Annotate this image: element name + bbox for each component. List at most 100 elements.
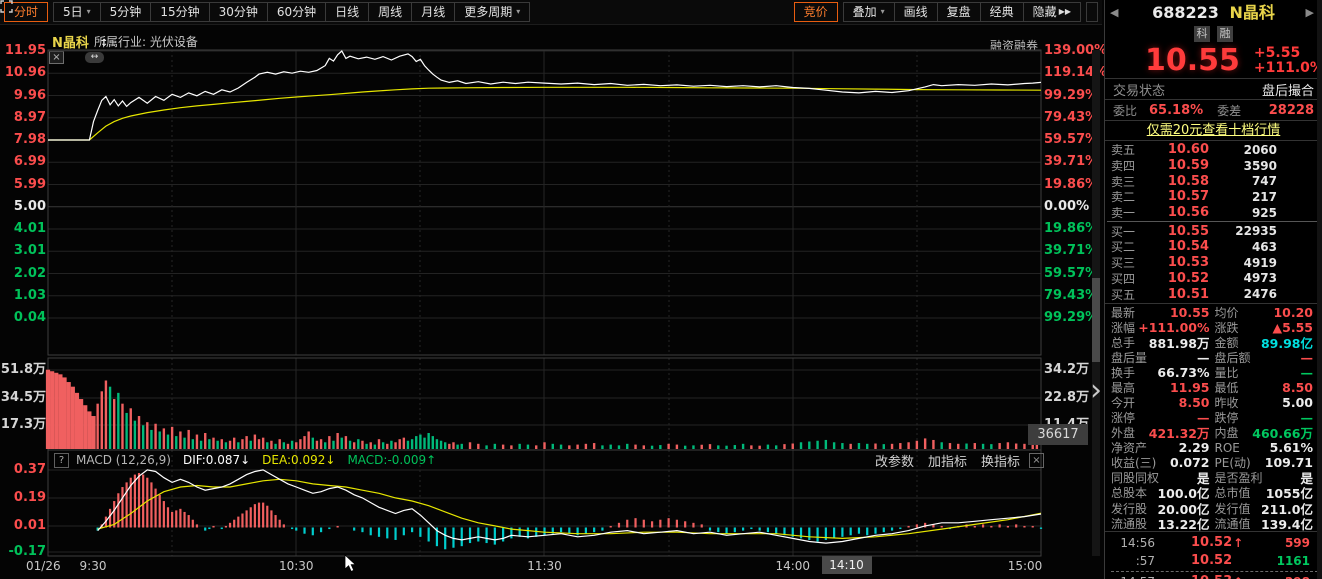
time-axis-label: 14:00 bbox=[775, 559, 811, 573]
tick-time: 14:56 bbox=[1120, 535, 1155, 550]
order-volume: 3590 bbox=[1243, 158, 1277, 173]
stat-cell: ROE 5.61% bbox=[1215, 440, 1319, 455]
macd-axis-label: -0.17 bbox=[8, 544, 46, 559]
add-indicator-button[interactable]: 加指标 bbox=[928, 451, 967, 470]
stock-title-bar: ◀ 688223 N晶科 ▶ bbox=[1105, 0, 1322, 26]
order-book-row-ask2[interactable]: 卖四 10.59 3590 bbox=[1105, 158, 1322, 174]
weicha-label: 委差 bbox=[1217, 103, 1242, 118]
level2-upsell-link[interactable]: 仅需20元查看十档行情 bbox=[1105, 121, 1322, 140]
next-stock-arrow[interactable]: ▶ bbox=[1306, 0, 1314, 26]
time-axis-label: 9:30 bbox=[79, 559, 107, 573]
price-axis-label: 11.95 bbox=[4, 43, 46, 58]
quote-panel: ◀ 688223 N晶科 ▶ 科 融 10.55 +5.55 +111.0% +… bbox=[1104, 0, 1322, 579]
price-axis-label: 7.98 bbox=[13, 132, 46, 147]
switch-indicator-button[interactable]: 换指标 bbox=[981, 451, 1020, 470]
last-price: 10.55 bbox=[1145, 43, 1240, 78]
stat-value: — bbox=[1300, 350, 1314, 366]
stat-row-1: 最新 10.55 均价 10.20 bbox=[1111, 305, 1318, 320]
tick-price: 10.52 bbox=[1191, 535, 1233, 551]
order-book-row-bid2[interactable]: 买二 10.54 463 bbox=[1105, 239, 1322, 255]
order-price: 10.54 bbox=[1167, 239, 1209, 255]
order-volume: 925 bbox=[1251, 205, 1277, 220]
order-level-label: 卖二 bbox=[1111, 190, 1136, 205]
stat-label: 内盘 bbox=[1214, 426, 1239, 441]
price-axis-label: 9.96 bbox=[13, 87, 46, 103]
order-book-row-bid3[interactable]: 买三 10.53 4919 bbox=[1105, 255, 1322, 271]
tick-time: :57 bbox=[1135, 553, 1155, 568]
order-price: 10.60 bbox=[1167, 142, 1209, 158]
price-axis-label: 2.02 bbox=[13, 265, 46, 281]
tick-row-3[interactable]: 14:57 10.53↑ 298 bbox=[1111, 573, 1318, 579]
macd-axis-label: 0.37 bbox=[13, 462, 46, 477]
collapse-panel-handle[interactable]: › bbox=[1089, 366, 1103, 418]
order-level-label: 卖三 bbox=[1111, 174, 1136, 189]
percent-axis-label: 19.86% bbox=[1044, 176, 1099, 192]
stat-row-15: 流通股 13.22亿 流通值 139.4亿 bbox=[1111, 514, 1319, 533]
change-params-button[interactable]: 改参数 bbox=[875, 451, 914, 470]
stat-value: 8.50 bbox=[1282, 380, 1313, 396]
order-level-label: 卖一 bbox=[1111, 206, 1136, 221]
order-level-label: 卖五 bbox=[1111, 143, 1136, 158]
mouse-cursor bbox=[344, 554, 357, 573]
trade-status-value: 盘后撮合 bbox=[1261, 83, 1314, 99]
price-change-pct: +111.0% bbox=[1253, 60, 1322, 76]
order-price: 10.55 bbox=[1167, 223, 1209, 239]
close-indicator-icon[interactable]: × bbox=[1029, 452, 1044, 468]
order-imbalance-row: 委比 65.18% 委差 28228 bbox=[1105, 100, 1322, 120]
order-book-row-bid5[interactable]: 买五 10.51 2476 bbox=[1105, 286, 1322, 302]
price-summary: 10.55 +5.55 +111.0% + bbox=[1105, 44, 1322, 78]
stat-value: 5.61% bbox=[1269, 440, 1313, 456]
stat-value: 8.50 bbox=[1178, 395, 1210, 411]
stat-row-7: 今开 8.50 昨收 5.00 bbox=[1111, 395, 1318, 410]
percent-axis-label: 39.71% bbox=[1044, 243, 1099, 259]
order-book-row-ask4[interactable]: 卖二 10.57 217 bbox=[1105, 189, 1322, 205]
order-book-row-ask5[interactable]: 卖一 10.56 925 bbox=[1105, 205, 1322, 221]
tick-price: 10.52 bbox=[1191, 553, 1233, 569]
order-book-row-ask1[interactable]: 卖五 10.60 2060 bbox=[1105, 142, 1322, 158]
price-axis-label: 5.99 bbox=[13, 176, 46, 192]
time-crosshair-label: 14:10 bbox=[821, 556, 872, 574]
stat-cell: 流通值 139.4亿 bbox=[1215, 514, 1319, 533]
macd-hist-value: MACD:-0.009↑ bbox=[347, 453, 437, 467]
stat-row-10: 净资产 2.29 ROE 5.61% bbox=[1111, 440, 1318, 455]
price-volume-macd-chart[interactable] bbox=[0, 0, 1104, 579]
stock-stats-grid: 最新 10.55 均价 10.20 涨幅 +111.00% 涨跌 ▲5.55 总手 881.98万… bbox=[1105, 304, 1322, 533]
trade-status-row: 交易状态 盘后撮合 bbox=[1105, 79, 1322, 99]
tick-volume: 599 bbox=[1284, 535, 1310, 550]
percent-axis-label: 79.43% bbox=[1044, 109, 1099, 125]
order-book-row-bid1[interactable]: 买一 10.55 22935 bbox=[1105, 223, 1322, 239]
tick-row-2[interactable]: :57 10.52 1161 bbox=[1111, 552, 1318, 570]
time-axis-label: 10:30 bbox=[278, 559, 314, 573]
macd-dea-value: DEA:0.092↓ bbox=[262, 453, 336, 467]
order-volume: 2060 bbox=[1243, 142, 1277, 157]
volume-axis-label-right: 34.2万 bbox=[1044, 362, 1090, 377]
price-axis-label: 10.96 bbox=[4, 65, 46, 81]
order-book-row-bid4[interactable]: 买四 10.52 4973 bbox=[1105, 271, 1322, 287]
splitter-thumb[interactable] bbox=[1092, 278, 1100, 362]
time-axis-label: 15:00 bbox=[1007, 559, 1043, 573]
order-price: 10.56 bbox=[1167, 205, 1209, 221]
percent-axis-label: 99.29% bbox=[1044, 87, 1099, 103]
weibi-value: 65.18% bbox=[1149, 102, 1204, 118]
stat-cell: 流通股 13.22亿 bbox=[1111, 514, 1215, 533]
order-volume: 22935 bbox=[1235, 224, 1277, 239]
order-price: 10.53 bbox=[1167, 255, 1209, 271]
prev-stock-arrow[interactable]: ◀ bbox=[1110, 0, 1118, 26]
help-icon[interactable]: ? bbox=[54, 452, 69, 468]
stat-label: 流通股 bbox=[1111, 516, 1148, 531]
macd-axis-label: 0.01 bbox=[13, 518, 46, 533]
date-label: 01/26 bbox=[26, 559, 61, 573]
volume-axis-label: 17.3万 bbox=[0, 417, 46, 432]
percent-axis-label: 99.29% bbox=[1044, 310, 1099, 325]
panel-scrollbar-track[interactable] bbox=[1317, 0, 1322, 579]
order-book-row-ask3[interactable]: 卖三 10.58 747 bbox=[1105, 173, 1322, 189]
order-volume: 217 bbox=[1251, 189, 1277, 204]
order-volume: 2476 bbox=[1243, 287, 1277, 302]
tick-volume: 1161 bbox=[1276, 553, 1310, 568]
tick-row-1[interactable]: 14:56 10.52 ↑ 599 bbox=[1111, 534, 1318, 552]
order-price: 10.58 bbox=[1167, 173, 1209, 189]
stock-app-window: 分时 5日 ▾ 5分钟 15分钟 30分钟 60分钟 日线 周线 月线 更多周期 ▾ 竞价 叠加 ▾ 画线复… bbox=[0, 0, 1322, 579]
price-axis-label: 6.99 bbox=[13, 154, 46, 170]
order-level-label: 买四 bbox=[1111, 271, 1136, 286]
percent-axis-label: 59.57% bbox=[1044, 265, 1099, 281]
